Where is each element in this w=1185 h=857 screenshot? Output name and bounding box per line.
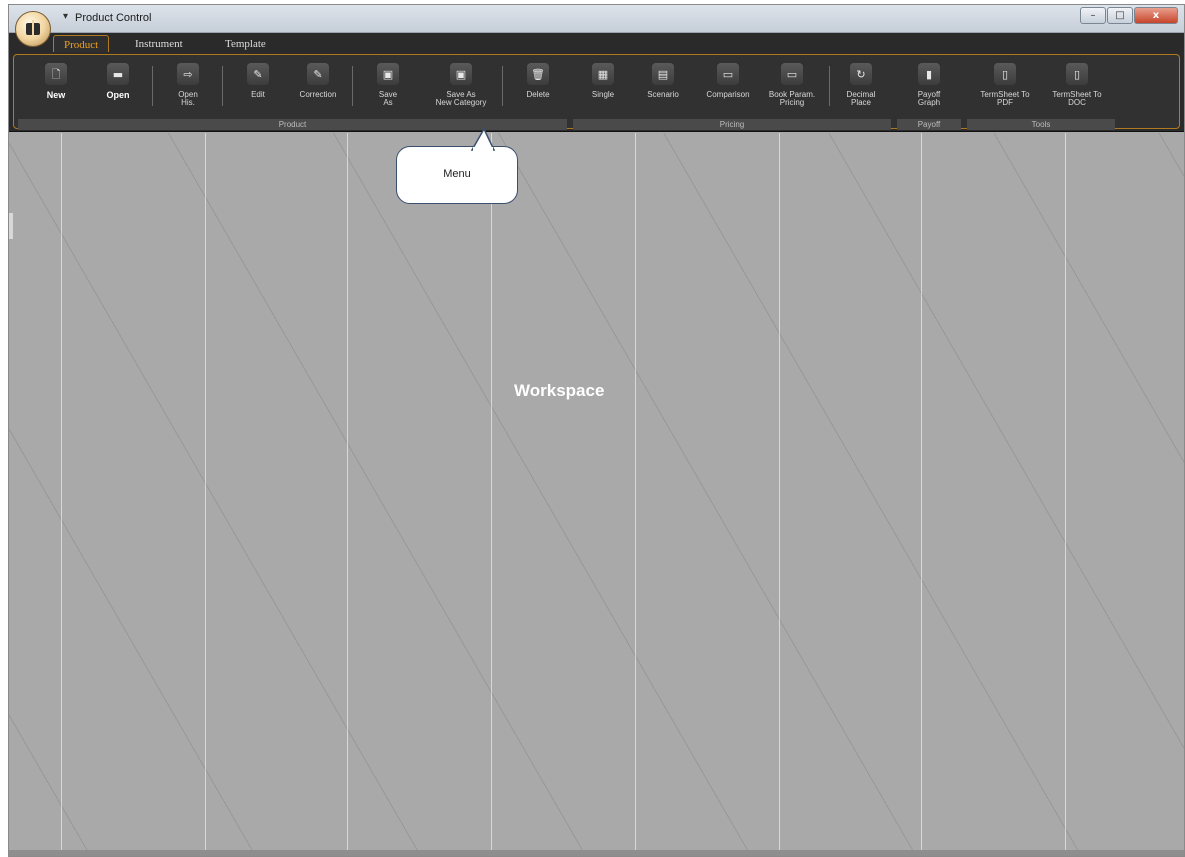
save-as-new-category-label: Save As New Category: [435, 90, 487, 107]
ribbon-panel: 🗋 New ▬ Open ⇨ Open His. ✎ Edit ✎ Correc…: [13, 54, 1180, 130]
delete-button[interactable]: 🗑 Delete: [510, 60, 566, 115]
application-menu-button[interactable]: [15, 11, 51, 47]
tab-product[interactable]: Product: [53, 35, 110, 53]
single-label: Single: [591, 90, 615, 99]
separator: [502, 66, 503, 106]
calculator-icon: ▦: [592, 63, 614, 85]
tab-instrument[interactable]: Instrument: [125, 35, 193, 53]
group-label-pricing: Pricing: [573, 119, 891, 130]
quick-access-dropdown-icon[interactable]: ▾: [63, 11, 68, 22]
menu-callout: Menu: [396, 146, 518, 204]
refresh-icon: ↻: [850, 63, 872, 85]
guide-line: [779, 133, 780, 856]
ribbon: 🗋 New ▬ Open ⇨ Open His. ✎ Edit ✎ Correc…: [9, 52, 1184, 132]
open-label: Open: [106, 90, 130, 100]
group-label-payoff: Payoff: [897, 119, 961, 130]
correction-button[interactable]: ✎ Correction: [290, 60, 346, 115]
new-button[interactable]: 🗋 New: [28, 60, 84, 115]
book-param-pricing-label: Book Param. Pricing: [768, 90, 816, 107]
open-button[interactable]: ▬ Open: [90, 60, 146, 115]
workspace-label: Workspace: [514, 381, 605, 400]
open-history-label: Open His.: [178, 90, 198, 107]
maximize-button[interactable]: □: [1107, 7, 1133, 24]
separator: [222, 66, 223, 106]
close-button[interactable]: x: [1134, 7, 1178, 24]
document-icon: ▯: [1066, 63, 1088, 85]
workspace-area[interactable]: Workspace: [9, 133, 1184, 856]
ribbon-group-product: 🗋 New ▬ Open ⇨ Open His. ✎ Edit ✎ Correc…: [16, 58, 569, 130]
scenario-chart-icon: ▤: [652, 63, 674, 85]
save-as-button[interactable]: ▣ Save As: [360, 60, 416, 115]
save-as-label: Save As: [378, 90, 398, 107]
monitor-icon: ▭: [717, 63, 739, 85]
scenario-label: Scenario: [647, 90, 679, 99]
callout-pointer: [470, 127, 496, 151]
decimal-place-label: Decimal Place: [846, 90, 876, 107]
status-strip: [9, 850, 1184, 856]
app-window: ▾ Product Control – □ x Product Instrume…: [8, 4, 1185, 857]
ribbon-group-payoff: ▮ Payoff Graph Payoff: [895, 58, 963, 130]
minimize-button[interactable]: –: [1080, 7, 1106, 24]
side-panel-handle[interactable]: [9, 213, 13, 239]
open-history-button[interactable]: ⇨ Open His.: [160, 60, 216, 115]
save-as-new-category-button[interactable]: ▣ Save As New Category: [426, 60, 496, 115]
edit-label: Edit: [251, 90, 265, 99]
delete-label: Delete: [526, 90, 550, 99]
correction-label: Correction: [299, 90, 337, 99]
separator: [152, 66, 153, 106]
guide-line: [921, 133, 922, 856]
folder-icon: ▬: [107, 63, 129, 85]
guide-line: [1065, 133, 1066, 856]
comparison-button[interactable]: ▭ Comparison: [697, 60, 759, 115]
title-bar: ▾ Product Control – □ x: [9, 5, 1184, 33]
edit-button[interactable]: ✎ Edit: [230, 60, 286, 115]
new-document-icon: 🗋: [45, 63, 67, 85]
guide-line: [61, 133, 62, 856]
guide-line: [635, 133, 636, 856]
new-label: New: [46, 90, 66, 100]
edit-icon: ✎: [247, 63, 269, 85]
termsheet-to-doc-label: TermSheet To DOC: [1052, 90, 1102, 107]
separator: [829, 66, 830, 106]
save-icon: ▣: [377, 63, 399, 85]
guide-line: [347, 133, 348, 856]
tab-template[interactable]: Template: [215, 35, 276, 53]
termsheet-to-pdf-button[interactable]: ▯ TermSheet To PDF: [971, 60, 1039, 115]
group-label-tools: Tools: [967, 119, 1115, 130]
termsheet-to-doc-button[interactable]: ▯ TermSheet To DOC: [1043, 60, 1111, 115]
open-history-icon: ⇨: [177, 63, 199, 85]
document-icon: ▯: [994, 63, 1016, 85]
window-controls: – □ x: [1080, 7, 1178, 24]
decimal-place-button[interactable]: ↻ Decimal Place: [833, 60, 889, 115]
window-title: Product Control: [75, 12, 152, 24]
monitor-icon: ▭: [781, 63, 803, 85]
guide-line: [205, 133, 206, 856]
payoff-graph-label: Payoff Graph: [917, 90, 941, 107]
book-param-pricing-button[interactable]: ▭ Book Param. Pricing: [761, 60, 823, 115]
single-button[interactable]: ▦ Single: [575, 60, 631, 115]
separator: [352, 66, 353, 106]
callout-text: Menu: [443, 168, 471, 180]
bar-chart-icon: ▮: [918, 63, 940, 85]
comparison-label: Comparison: [706, 90, 750, 99]
ribbon-group-pricing: ▦ Single ▤ Scenario ▭ Comparison ▭ Book …: [571, 58, 893, 130]
guide-line: [491, 133, 492, 856]
save-icon: ▣: [450, 63, 472, 85]
scenario-button[interactable]: ▤ Scenario: [635, 60, 691, 115]
trash-icon: 🗑: [527, 63, 549, 85]
termsheet-to-pdf-label: TermSheet To PDF: [980, 90, 1030, 107]
ribbon-tab-bar: Product Instrument Template: [9, 33, 1184, 53]
correction-icon: ✎: [307, 63, 329, 85]
payoff-graph-button[interactable]: ▮ Payoff Graph: [901, 60, 957, 115]
gift-box-icon: [26, 20, 40, 35]
ribbon-group-tools: ▯ TermSheet To PDF ▯ TermSheet To DOC To…: [965, 58, 1117, 130]
